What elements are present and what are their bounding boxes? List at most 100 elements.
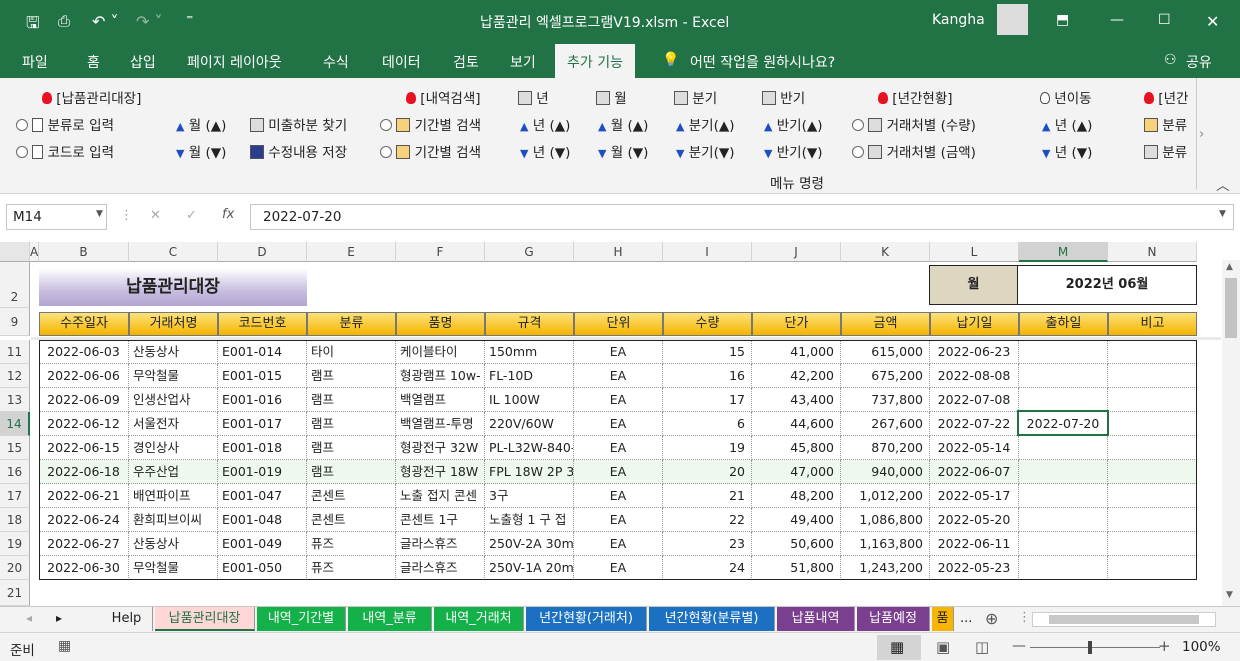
column-header-N[interactable]: N <box>1108 242 1197 262</box>
row-header-15[interactable]: 15 <box>0 436 30 460</box>
table-cell[interactable]: 콘센트 <box>307 508 396 532</box>
table-cell[interactable]: 퓨즈 <box>307 532 396 556</box>
chevron-down-icon[interactable]: ▼ <box>1219 209 1226 219</box>
table-cell[interactable] <box>1019 532 1108 556</box>
table-cell[interactable]: EA <box>574 388 663 412</box>
input-by-category-button[interactable]: 분류로 입력 <box>16 114 114 134</box>
sheet-tab[interactable]: 납품내역 <box>777 607 855 631</box>
month-down-search-button[interactable]: ▼ 월 (▼) <box>598 141 648 161</box>
sheet-tab[interactable]: 품 <box>932 607 954 631</box>
table-cell[interactable]: 환희피브이씨 <box>129 508 218 532</box>
scrollbar-thumb[interactable] <box>1049 615 1199 624</box>
table-cell[interactable]: 램프 <box>307 364 396 388</box>
user-name[interactable]: Kangha <box>932 12 985 28</box>
table-cell[interactable] <box>1019 436 1108 460</box>
table-cell[interactable]: EA <box>574 556 663 580</box>
insert-function-icon[interactable]: fx <box>222 207 234 222</box>
formula-input[interactable]: 2022-07-20 <box>250 204 1234 230</box>
table-cell[interactable]: E001-047 <box>218 484 307 508</box>
share-button[interactable]: 공유 <box>1186 52 1212 72</box>
table-cell[interactable]: 타이 <box>307 340 396 364</box>
year-down-button[interactable]: ▼ 년 (▼) <box>520 141 570 161</box>
month-value[interactable]: 2022년 06월 <box>1018 265 1197 305</box>
column-header-K[interactable]: K <box>841 242 930 262</box>
tab-file[interactable]: 파일 <box>22 52 48 72</box>
vertical-scrollbar[interactable]: ▲ ▼ <box>1222 260 1240 606</box>
column-header-M[interactable]: M <box>1019 242 1108 262</box>
tab-insert[interactable]: 삽입 <box>130 52 156 72</box>
close-icon[interactable]: ✕ <box>1206 12 1219 31</box>
sheet-tab[interactable]: Help <box>101 607 153 631</box>
year-up-button[interactable]: ▲ 년 (▲) <box>520 114 570 134</box>
table-cell[interactable] <box>1019 484 1108 508</box>
table-cell[interactable] <box>1108 556 1197 580</box>
half-down-button[interactable]: ▼ 반기(▼) <box>764 141 823 161</box>
table-cell[interactable] <box>1108 436 1197 460</box>
save-changes-button[interactable]: 수정내용 저장 <box>250 141 347 161</box>
zoom-slider-thumb[interactable] <box>1088 641 1092 654</box>
table-cell[interactable]: 23 <box>663 532 752 556</box>
year-move-down-button[interactable]: ▼ 년 (▼) <box>1042 141 1092 161</box>
table-cell[interactable]: 267,600 <box>841 412 930 436</box>
tab-home[interactable]: 홈 <box>87 52 100 72</box>
table-cell[interactable]: 150mm <box>485 340 574 364</box>
table-cell[interactable] <box>1019 364 1108 388</box>
column-header-G[interactable]: G <box>485 242 574 262</box>
worksheet-grid[interactable]: ABCDEFGHIJKLMN 2 9 11 12 13 14 15 16 17 18 19 20 21 … <box>0 242 1222 606</box>
table-cell[interactable]: 250V-2A 30mm <box>485 532 574 556</box>
find-unshipped-button[interactable]: 미출하분 찾기 <box>250 114 347 134</box>
table-cell[interactable]: 글라스휴즈 <box>396 532 485 556</box>
scrollbar-thumb[interactable] <box>1225 278 1237 338</box>
year-move-up-button[interactable]: ▲ 년 (▲) <box>1042 114 1092 134</box>
table-cell[interactable]: 2022-06-23 <box>930 340 1019 364</box>
table-cell[interactable]: E001-048 <box>218 508 307 532</box>
avatar[interactable] <box>997 4 1028 35</box>
zoom-out-icon[interactable]: — <box>1012 638 1026 654</box>
table-cell[interactable]: 250V-1A 20mm <box>485 556 574 580</box>
ribbon-display-icon[interactable]: ⬒ <box>1056 12 1069 28</box>
table-cell[interactable]: 2022-06-11 <box>930 532 1019 556</box>
table-cell[interactable]: 16 <box>663 364 752 388</box>
row-header-13[interactable]: 13 <box>0 388 30 412</box>
table-cell[interactable]: FL-10D <box>485 364 574 388</box>
add-sheet-icon[interactable]: ⊕ <box>985 609 998 628</box>
table-cell[interactable]: 2022-05-23 <box>930 556 1019 580</box>
zoom-level[interactable]: 100% <box>1182 639 1221 655</box>
table-cell[interactable]: 49,400 <box>752 508 841 532</box>
table-cell[interactable]: 47,000 <box>752 460 841 484</box>
client-amount-button[interactable]: 거래처별 (금액) <box>852 141 976 161</box>
table-cell[interactable]: 노출형 1 구 접 <box>485 508 574 532</box>
scroll-tabs-left-icon[interactable]: ◂ <box>26 611 32 625</box>
table-cell[interactable]: 백열램프-투명 <box>396 412 485 436</box>
row-header-9[interactable]: 9 <box>0 308 30 336</box>
table-cell[interactable]: E001-019 <box>218 460 307 484</box>
table-cell[interactable] <box>1108 340 1197 364</box>
table-cell[interactable] <box>1108 460 1197 484</box>
sheet-tab[interactable]: 납품관리대장 <box>155 607 255 631</box>
table-cell[interactable]: IL 100W <box>485 388 574 412</box>
table-cell[interactable]: E001-017 <box>218 412 307 436</box>
table-cell[interactable]: 서울전자 <box>129 412 218 436</box>
table-cell[interactable]: 15 <box>663 340 752 364</box>
row-header-17[interactable]: 17 <box>0 484 30 508</box>
column-header-E[interactable]: E <box>307 242 396 262</box>
collapse-ribbon-icon[interactable]: ︿ <box>1216 174 1230 194</box>
cancel-icon[interactable]: ✕ <box>150 208 161 223</box>
table-cell[interactable]: 산동상사 <box>129 340 218 364</box>
table-cell[interactable] <box>1019 556 1108 580</box>
table-cell[interactable]: EA <box>574 340 663 364</box>
table-cell[interactable]: EA <box>574 412 663 436</box>
input-by-code-button[interactable]: 코드로 입력 <box>16 141 114 161</box>
quarter-up-button[interactable]: ▲ 분기(▲) <box>676 114 735 134</box>
print-preview-icon[interactable]: ⎙ <box>58 12 70 30</box>
row-header-20[interactable]: 20 <box>0 556 30 580</box>
table-cell[interactable]: 43,400 <box>752 388 841 412</box>
redo-icon[interactable]: ↷ ˅ <box>136 12 163 31</box>
zoom-slider[interactable] <box>1030 647 1160 648</box>
sheet-tab[interactable]: 내역_기간별 <box>257 607 346 631</box>
table-cell[interactable]: 2022-07-22 <box>930 412 1019 436</box>
minimize-icon[interactable]: — <box>1110 12 1124 28</box>
table-cell[interactable]: 22 <box>663 508 752 532</box>
table-cell[interactable]: EA <box>574 364 663 388</box>
table-cell[interactable]: 2022-08-08 <box>930 364 1019 388</box>
